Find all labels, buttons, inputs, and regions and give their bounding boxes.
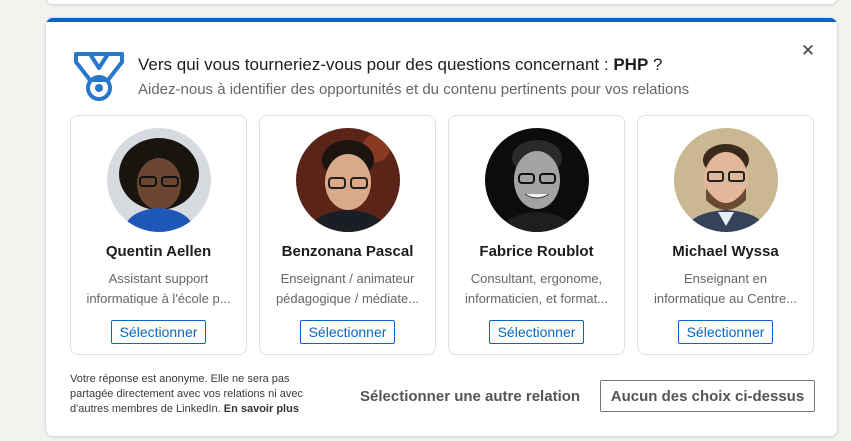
topic-name: PHP xyxy=(613,55,649,74)
select-button[interactable]: Sélectionner xyxy=(111,320,206,344)
skill-question-card: ✕ Vers qui vous tourneriez-vous pour des… xyxy=(45,17,838,437)
select-button[interactable]: Sélectionner xyxy=(489,320,584,344)
person-name: Michael Wyssa xyxy=(672,243,779,260)
close-icon[interactable]: ✕ xyxy=(799,42,817,60)
person-card: Michael Wyssa Enseignant en informatique … xyxy=(637,115,814,355)
avatar xyxy=(296,128,400,232)
avatar xyxy=(485,128,589,232)
select-button[interactable]: Sélectionner xyxy=(678,320,773,344)
avatar xyxy=(674,128,778,232)
person-headline: Consultant, ergonome, informaticien, et f… xyxy=(464,271,609,306)
person-card: Fabrice Roublot Consultant, ergonome, inf… xyxy=(448,115,625,355)
question-subtitle: Aidez-nous à identifier des opportunités… xyxy=(138,81,690,98)
people-list: Quentin Aellen Assistant support informat… xyxy=(70,115,814,355)
person-name: Quentin Aellen xyxy=(105,243,212,260)
learn-more-link[interactable]: En savoir plus xyxy=(224,403,299,415)
person-headline: Enseignant en informatique au Centre... xyxy=(653,271,798,306)
select-button[interactable]: Sélectionner xyxy=(300,320,395,344)
medal-icon xyxy=(74,52,124,101)
select-other-relation-link[interactable]: Sélectionner une autre relation xyxy=(360,388,580,405)
none-of-above-button[interactable]: Aucun des choix ci-dessus xyxy=(600,380,815,412)
person-card: Benzonana Pascal Enseignant / animateur p… xyxy=(259,115,436,355)
anonymity-notice: Votre réponse est anonyme. Elle ne sera … xyxy=(70,373,303,415)
previous-card xyxy=(45,0,838,5)
person-name: Benzonana Pascal xyxy=(281,243,414,260)
person-name: Fabrice Roublot xyxy=(479,243,594,260)
question-title: Vers qui vous tourneriez-vous pour des q… xyxy=(138,55,663,74)
person-headline: Assistant support informatique à l'école … xyxy=(86,271,231,306)
avatar xyxy=(107,128,211,232)
person-headline: Enseignant / animateur pédagogique / médi… xyxy=(275,271,420,306)
person-card: Quentin Aellen Assistant support informat… xyxy=(70,115,247,355)
